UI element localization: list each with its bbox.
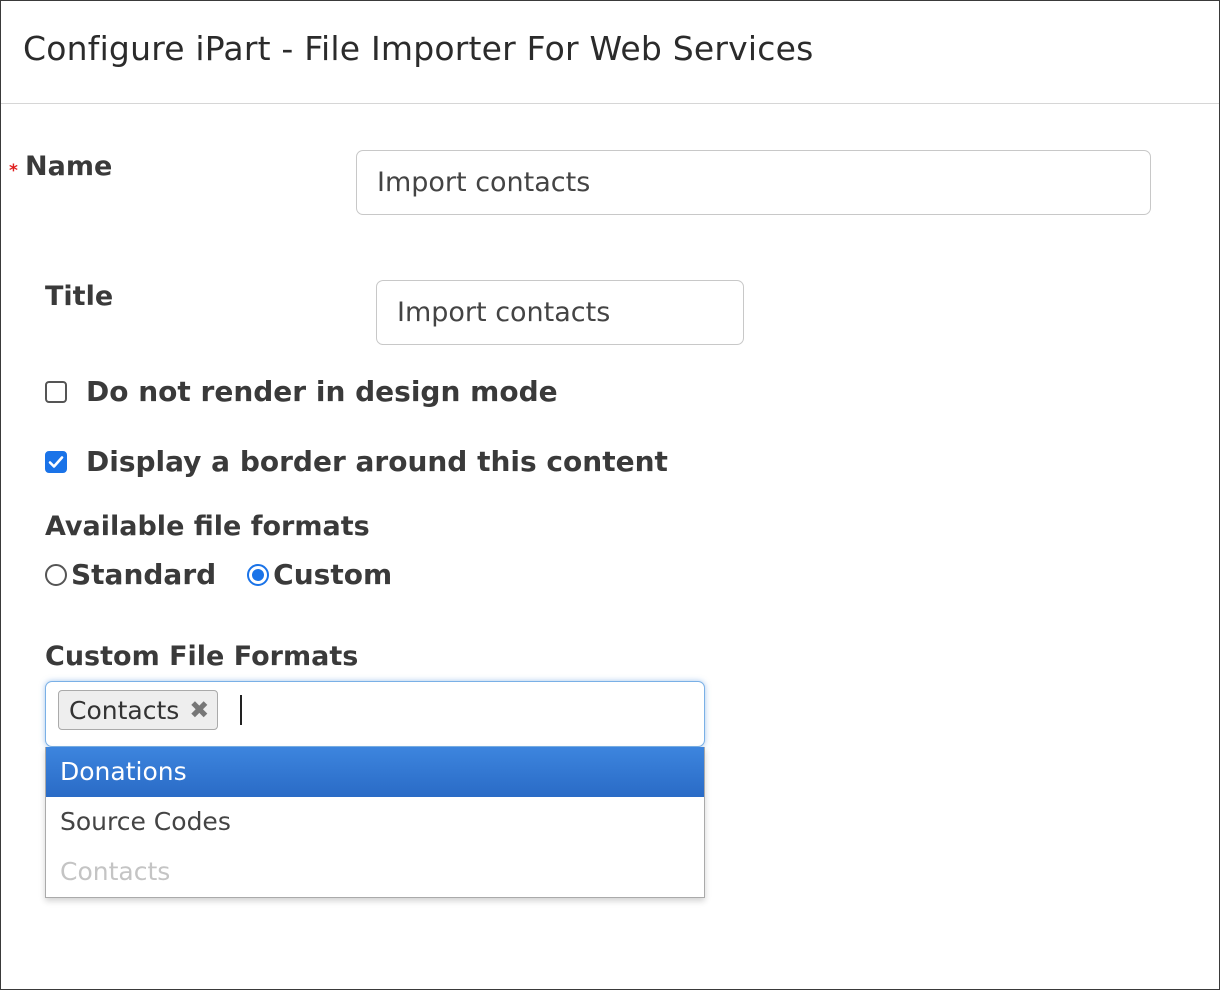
- selected-tag: Contacts ✖: [58, 690, 219, 730]
- custom-formats-label: Custom File Formats: [45, 641, 359, 672]
- dialog-header: Configure iPart - File Importer For Web …: [1, 1, 1219, 104]
- file-formats-label: Available file formats: [45, 511, 370, 542]
- design-mode-option[interactable]: Do not render in design mode: [45, 375, 558, 408]
- custom-formats-dropdown: Donations Source Codes Contacts: [45, 747, 705, 898]
- custom-radio-label[interactable]: Custom: [273, 558, 392, 591]
- required-indicator: *: [9, 161, 18, 181]
- name-input[interactable]: [356, 150, 1151, 215]
- border-label: Display a border around this content: [86, 445, 668, 478]
- file-formats-radio-group: Standard Custom: [45, 558, 392, 591]
- dropdown-option-source-codes[interactable]: Source Codes: [46, 797, 704, 847]
- dropdown-option-donations[interactable]: Donations: [46, 747, 704, 797]
- dialog-title: Configure iPart - File Importer For Web …: [23, 29, 814, 68]
- text-cursor: [240, 695, 242, 725]
- custom-formats-multiselect[interactable]: Contacts ✖: [45, 681, 705, 747]
- title-label: Title: [45, 281, 114, 312]
- dialog-window: Configure iPart - File Importer For Web …: [0, 0, 1220, 990]
- custom-radio[interactable]: [247, 563, 270, 586]
- title-input[interactable]: [376, 280, 744, 345]
- name-label: Name: [25, 151, 113, 182]
- standard-radio-label[interactable]: Standard: [71, 558, 216, 591]
- close-icon[interactable]: ✖: [189, 696, 209, 724]
- border-option[interactable]: Display a border around this content: [45, 445, 668, 478]
- border-checkbox[interactable]: [45, 450, 67, 473]
- design-mode-label: Do not render in design mode: [86, 375, 558, 408]
- radio-dot: [252, 568, 265, 581]
- dropdown-option-contacts: Contacts: [60, 857, 171, 886]
- standard-radio[interactable]: [45, 563, 67, 586]
- design-mode-checkbox[interactable]: [45, 380, 67, 403]
- tag-label: Contacts: [69, 695, 180, 725]
- checkmark-icon: [48, 455, 64, 468]
